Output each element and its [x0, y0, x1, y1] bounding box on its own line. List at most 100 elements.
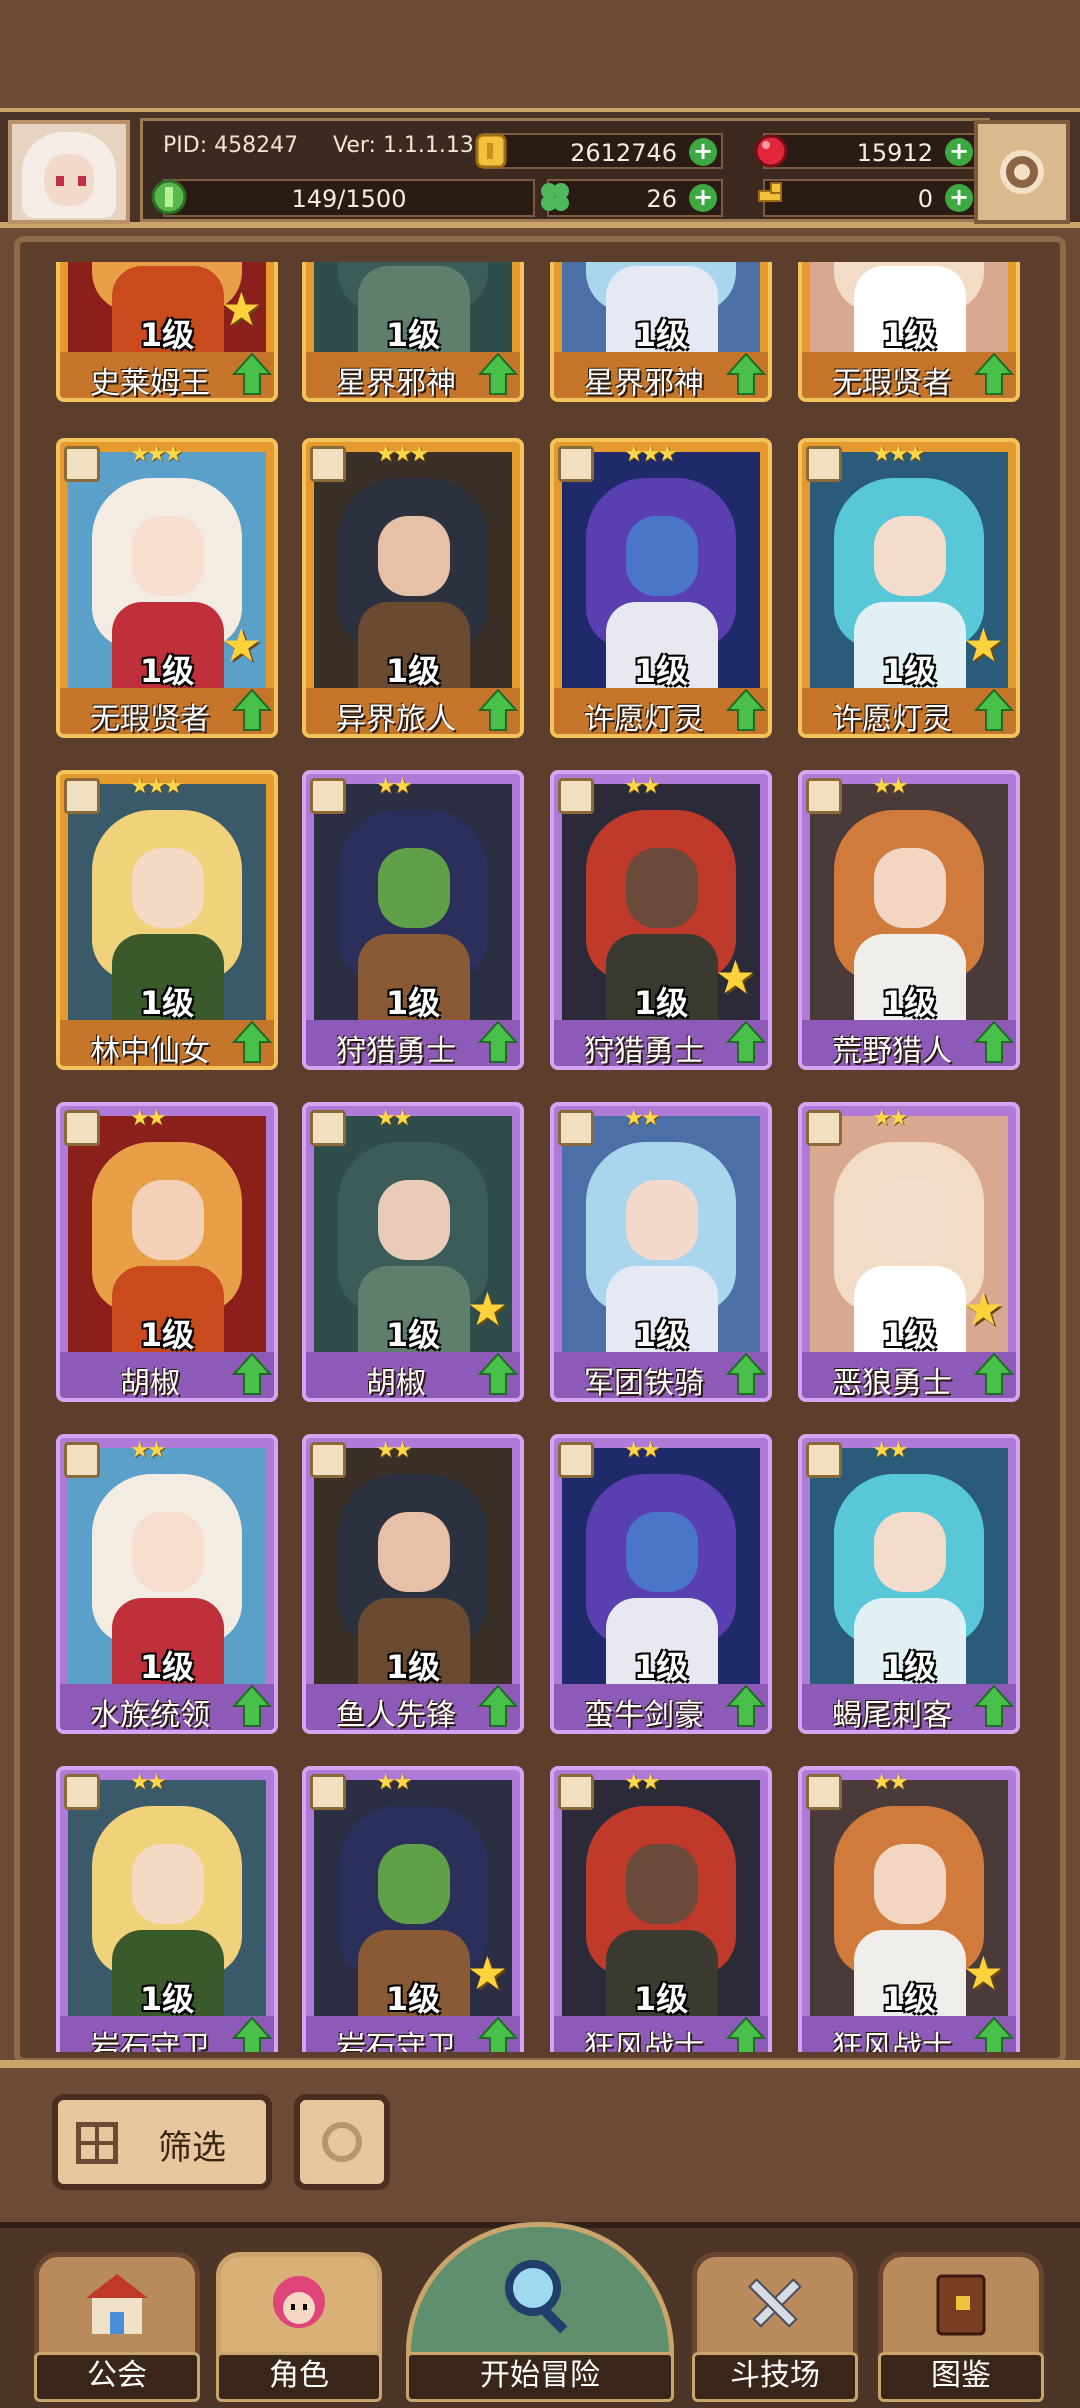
- clover-icon: [541, 183, 569, 211]
- rarity-stars: ★★: [376, 1770, 412, 1795]
- upgrade-arrow-icon: [478, 688, 518, 731]
- character-card[interactable]: ★★ 1级 荒野猎人: [798, 770, 1020, 1070]
- upgrade-arrow-icon: [232, 1352, 272, 1395]
- upgrade-arrow-icon: [726, 352, 766, 395]
- gold-value: 2612746: [570, 139, 677, 167]
- nav-arena-label: 斗技场: [692, 2352, 858, 2402]
- name-bar: 蝎尾刺客: [802, 1684, 1016, 1730]
- add-key-button[interactable]: +: [945, 184, 973, 212]
- character-card[interactable]: ★★ 1级 胡椒: [56, 1102, 278, 1402]
- character-level: 1级: [385, 1648, 441, 1686]
- add-clover-button[interactable]: +: [689, 184, 717, 212]
- character-card[interactable]: ★★ ★ 1级 恶狼勇士: [798, 1102, 1020, 1402]
- character-card[interactable]: ★ 1级 史莱姆王: [56, 262, 278, 402]
- character-card[interactable]: ★★ 1级 狩猎勇士: [302, 770, 524, 1070]
- character-name: 狂风战士: [584, 2030, 704, 2052]
- character-card[interactable]: 1级 星界邪神: [550, 262, 772, 402]
- character-card[interactable]: 1级 星界邪神: [302, 262, 524, 402]
- upgrade-arrow-icon: [478, 1352, 518, 1395]
- feather-badge-icon: [64, 1442, 100, 1478]
- character-name: 岩石守卫: [90, 2030, 210, 2052]
- name-bar: 荒野猎人: [802, 1020, 1016, 1066]
- upgrade-arrow-icon: [232, 2016, 272, 2052]
- feather-badge-icon: [310, 1110, 346, 1146]
- name-bar: 无瑕贤者: [802, 352, 1016, 398]
- character-card[interactable]: ★★ 1级 鱼人先锋: [302, 1434, 524, 1734]
- upgrade-arrow-icon: [974, 1020, 1014, 1063]
- character-card[interactable]: ★★★ 1级 许愿灯灵: [550, 438, 772, 738]
- character-level: 1级: [139, 316, 195, 354]
- feather-badge-icon: [310, 778, 346, 814]
- add-gem-button[interactable]: +: [945, 138, 973, 166]
- name-bar: 岩石守卫: [60, 2016, 274, 2052]
- name-bar: 胡椒: [306, 1352, 520, 1398]
- feather-badge-icon: [806, 1110, 842, 1146]
- character-name: 恶狼勇士: [832, 1366, 952, 1401]
- upgrade-arrow-icon: [974, 1352, 1014, 1395]
- name-bar: 星界邪神: [554, 352, 768, 398]
- feather-badge-icon: [64, 1774, 100, 1810]
- rarity-stars: ★★: [872, 1438, 908, 1463]
- name-bar: 无瑕贤者: [60, 688, 274, 734]
- name-bar: 许愿灯灵: [802, 688, 1016, 734]
- book-icon: [936, 2274, 986, 2336]
- character-card[interactable]: ★★ ★ 1级 狂风战士: [798, 1766, 1020, 2052]
- add-gold-button[interactable]: +: [689, 138, 717, 166]
- character-card[interactable]: 1级 无瑕贤者: [798, 262, 1020, 402]
- red-gem-icon: [754, 134, 788, 168]
- upgrade-arrow-icon: [232, 688, 272, 731]
- upgrade-arrow-icon: [726, 688, 766, 731]
- name-bar: 岩石守卫: [306, 2016, 520, 2052]
- upgrade-arrow-icon: [726, 2016, 766, 2052]
- refresh-button[interactable]: [294, 2094, 390, 2190]
- character-card[interactable]: ★★ 1级 岩石守卫: [56, 1766, 278, 2052]
- character-name: 狂风战士: [832, 2030, 952, 2052]
- name-bar: 狂风战士: [802, 2016, 1016, 2052]
- rarity-stars: ★★: [872, 774, 908, 799]
- upgrade-arrow-icon: [478, 2016, 518, 2052]
- filter-button[interactable]: 筛选: [52, 2094, 272, 2190]
- feather-badge-icon: [64, 1110, 100, 1146]
- character-card[interactable]: ★★★ ★ 1级 无瑕贤者: [56, 438, 278, 738]
- player-avatar[interactable]: [8, 120, 130, 224]
- crossed-swords-icon: [748, 2278, 802, 2328]
- filter-label: 筛选: [158, 2128, 226, 2168]
- rarity-stars: ★★: [872, 1106, 908, 1131]
- character-name: 无瑕贤者: [832, 366, 952, 401]
- feather-badge-icon: [310, 1774, 346, 1810]
- character-card[interactable]: ★★ 1级 蛮牛剑豪: [550, 1434, 772, 1734]
- nav-guild[interactable]: 公会: [34, 2252, 200, 2402]
- upgrade-arrow-icon: [232, 1684, 272, 1727]
- character-level: 1级: [633, 652, 689, 690]
- magnifier-icon: [505, 2260, 568, 2334]
- character-card[interactable]: ★★ ★ 1级 狩猎勇士: [550, 770, 772, 1070]
- gem-value: 15912: [856, 139, 933, 167]
- gold-resource: 2612746 +: [475, 133, 723, 169]
- character-card[interactable]: ★★★ 1级 异界旅人: [302, 438, 524, 738]
- name-bar: 恶狼勇士: [802, 1352, 1016, 1398]
- character-card[interactable]: ★★★ 1级 林中仙女: [56, 770, 278, 1070]
- character-card[interactable]: ★★ 1级 狂风战士: [550, 1766, 772, 2052]
- character-level: 1级: [881, 984, 937, 1022]
- nav-role-label: 角色: [216, 2352, 382, 2402]
- nav-codex[interactable]: 图鉴: [878, 2252, 1044, 2402]
- nav-role[interactable]: 角色: [216, 2252, 382, 2402]
- character-name: 鱼人先锋: [336, 1698, 456, 1733]
- character-name: 狩猎勇士: [584, 1034, 704, 1069]
- character-level: 1级: [139, 1316, 195, 1354]
- nav-adventure[interactable]: 开始冒险: [406, 2222, 674, 2402]
- character-card[interactable]: ★★ 1级 蝎尾刺客: [798, 1434, 1020, 1734]
- rarity-stars: ★★: [376, 774, 412, 799]
- name-bar: 狩猎勇士: [554, 1020, 768, 1066]
- character-card[interactable]: ★★ 1级 水族统领: [56, 1434, 278, 1734]
- character-card[interactable]: ★★ ★ 1级 胡椒: [302, 1102, 524, 1402]
- rune-badge-icon: [64, 778, 100, 814]
- nav-arena[interactable]: 斗技场: [692, 2252, 858, 2402]
- character-card[interactable]: ★★ 1级 军团铁骑: [550, 1102, 772, 1402]
- character-card[interactable]: ★★★ ★ 1级 许愿灯灵: [798, 438, 1020, 738]
- character-grid[interactable]: ★ 1级 史莱姆王 1级 星界邪神 1级 星界邪神 1级 无瑕贤者 ★★★ ★ 1级 无瑕贤者 ★★★ 1级…: [34, 262, 1046, 2052]
- settings-button[interactable]: [974, 120, 1070, 224]
- character-card[interactable]: ★★ ★ 1级 岩石守卫: [302, 1766, 524, 2052]
- character-level: 1级: [139, 1980, 195, 2018]
- character-level: 1级: [385, 1316, 441, 1354]
